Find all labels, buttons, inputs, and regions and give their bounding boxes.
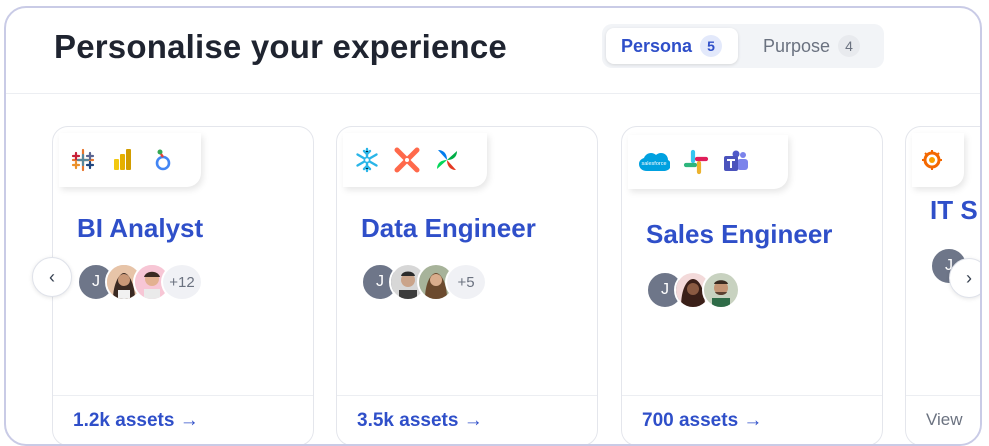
slack-icon: [682, 148, 710, 176]
tool-icons: [343, 133, 487, 187]
more-members-count: +5: [445, 263, 487, 301]
card-title: Data Engineer: [361, 213, 536, 243]
card-title: Sales Engineer: [646, 219, 833, 249]
carousel-prev-button[interactable]: ‹: [32, 257, 72, 297]
tab-purpose-count: 4: [838, 35, 861, 57]
grafana-icon: [918, 146, 946, 174]
persona-purpose-tabs: Persona 5 Purpose 4: [602, 24, 884, 68]
assets-link[interactable]: View: [926, 410, 963, 430]
dbt-icon: [393, 146, 421, 174]
tab-purpose-label: Purpose: [763, 35, 831, 56]
airflow-icon: [433, 146, 461, 174]
avatar-group: J +5: [361, 263, 487, 301]
assets-link[interactable]: 1.2k assets →: [73, 410, 199, 432]
persona-card-sales-engineer[interactable]: salesforce Sales Engineer J 700 assets →: [621, 126, 883, 444]
salesforce-wordmark: salesforce: [641, 161, 666, 167]
tab-persona[interactable]: Persona 5: [606, 28, 738, 64]
avatar-group: J: [646, 271, 740, 309]
tab-persona-count: 5: [700, 35, 723, 57]
tableau-icon: [69, 146, 97, 174]
assets-link[interactable]: 3.5k assets →: [357, 410, 483, 432]
card-title: IT S: [930, 195, 978, 225]
powerbi-icon: [109, 146, 137, 174]
chevron-right-icon: ›: [966, 267, 972, 288]
avatar: [702, 271, 740, 309]
card-footer: 700 assets →: [622, 395, 882, 431]
personalise-panel: Personalise your experience Persona 5 Pu…: [4, 6, 982, 446]
salesforce-icon: salesforce: [638, 148, 670, 176]
persona-card-data-engineer[interactable]: Data Engineer J +5 3.5k assets →: [336, 126, 598, 444]
tool-icons: salesforce: [628, 135, 788, 189]
tool-icons: [912, 133, 964, 187]
avatar-group: J +12: [77, 263, 203, 301]
looker-icon: [149, 146, 177, 174]
card-footer: 1.2k assets →: [53, 395, 313, 431]
card-footer: View: [906, 395, 980, 429]
page-title: Personalise your experience: [54, 28, 507, 65]
carousel-next-button[interactable]: ›: [949, 258, 980, 298]
assets-link[interactable]: 700 assets →: [642, 410, 762, 432]
header-divider: [6, 93, 980, 94]
card-footer: 3.5k assets →: [337, 395, 597, 431]
snowflake-icon: [353, 146, 381, 174]
tool-icons: [59, 133, 201, 187]
teams-icon: [722, 148, 750, 176]
chevron-left-icon: ‹: [49, 266, 55, 287]
card-title: BI Analyst: [77, 213, 204, 243]
tab-persona-label: Persona: [621, 35, 693, 56]
more-members-count: +12: [161, 263, 203, 301]
tab-purpose[interactable]: Purpose 4: [748, 28, 876, 64]
persona-card-bi-analyst[interactable]: BI Analyst J +12 1.2k assets →: [52, 126, 314, 444]
